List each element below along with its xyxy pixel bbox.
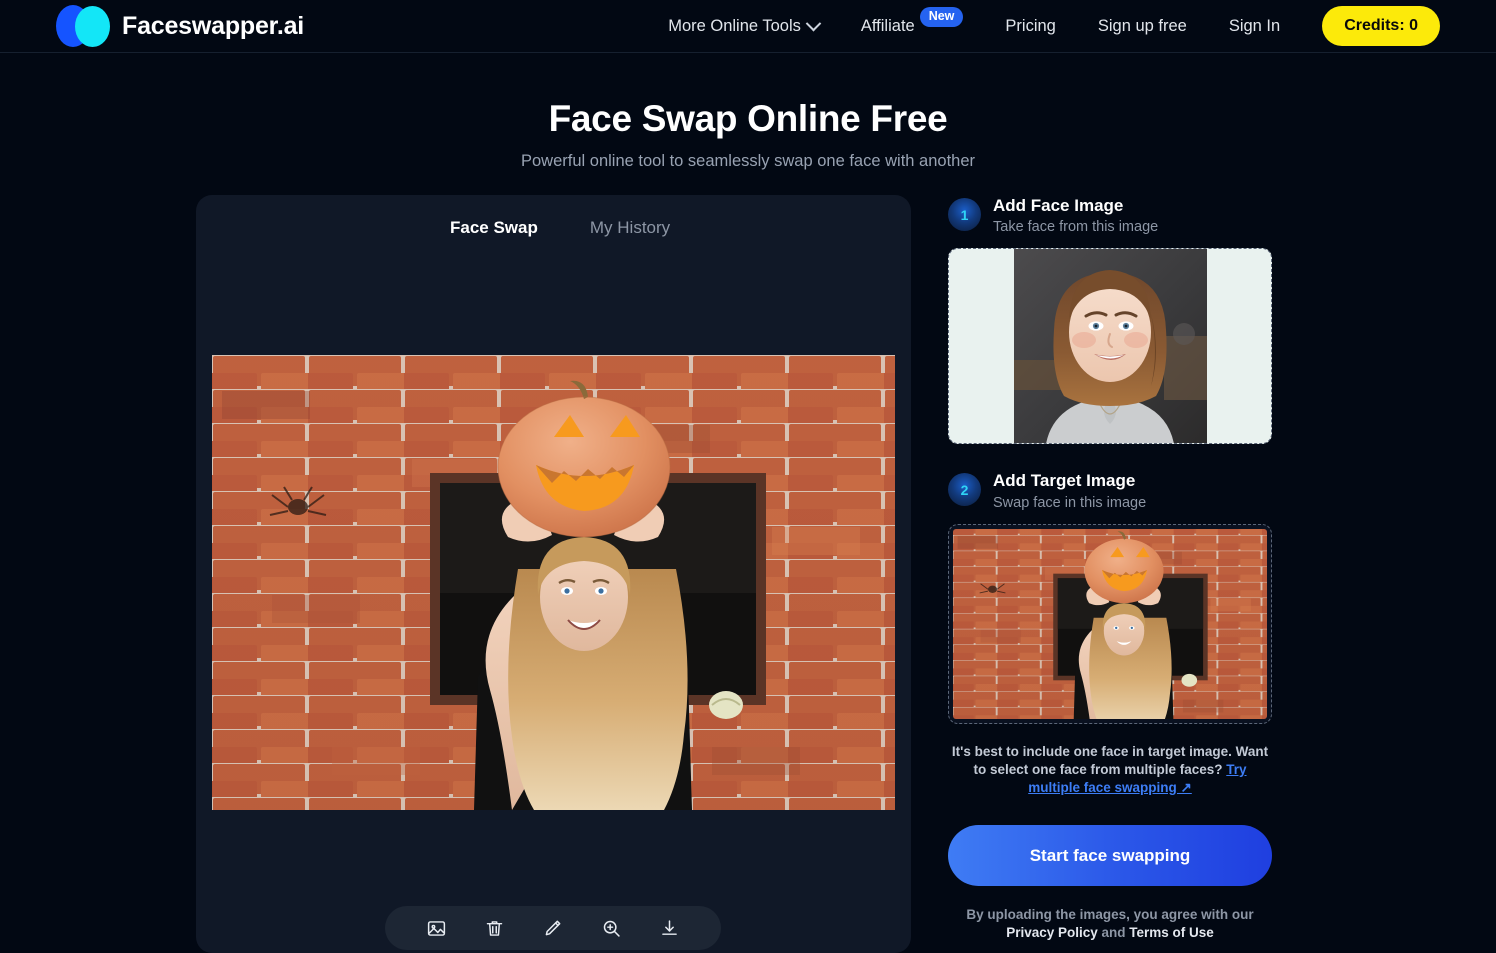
- download-icon[interactable]: [655, 913, 685, 943]
- start-face-swapping-button[interactable]: Start face swapping: [948, 825, 1272, 887]
- page-title: Face Swap Online Free: [548, 98, 948, 139]
- nav-item-pricing[interactable]: Pricing: [1005, 17, 1055, 36]
- pencil-icon[interactable]: [538, 913, 568, 943]
- step-1-subtitle: Take face from this image: [993, 219, 1159, 236]
- privacy-policy-link[interactable]: Privacy Policy: [1006, 925, 1098, 940]
- image-toolbar: [385, 906, 721, 950]
- nav-item-affiliate[interactable]: Affiliate New: [860, 7, 964, 36]
- preview-canvas[interactable]: [212, 355, 895, 810]
- nav-item-sign-up-free[interactable]: Sign up free: [1098, 17, 1187, 36]
- step-1-number: 1: [948, 198, 981, 231]
- multiple-face-hint: It's best to include one face in target …: [948, 743, 1272, 798]
- target-photo-large: [212, 355, 895, 810]
- step-1-header: 1 Add Face Image Take face from this ima…: [948, 195, 1272, 235]
- nav-label: More Online Tools: [668, 16, 801, 35]
- step-2-subtitle: Swap face in this image: [993, 494, 1147, 511]
- terms-of-use-link[interactable]: Terms of Use: [1129, 925, 1214, 940]
- hero-section: Face Swap Online Free Powerful online to…: [0, 53, 1496, 171]
- brand-logo[interactable]: Faceswapper.ai: [56, 5, 304, 47]
- brand-name: Faceswapper.ai: [122, 11, 305, 40]
- trash-icon[interactable]: [480, 913, 510, 943]
- credits-button[interactable]: Credits: 0: [1322, 6, 1440, 46]
- two-overlapping-circles-logo: [56, 5, 110, 47]
- tab-face-swap[interactable]: Face Swap: [450, 218, 538, 238]
- legal-middle: and: [1097, 925, 1130, 941]
- tab-my-history[interactable]: My History: [590, 218, 670, 238]
- step-2-title: Add Target Image: [993, 471, 1136, 491]
- face-photo-thumbnail: [1013, 249, 1207, 444]
- nav-label: Affiliate: [860, 16, 915, 35]
- site-header: Faceswapper.ai More Online Tools Affilia…: [0, 0, 1496, 53]
- target-photo-thumbnail: [953, 528, 1267, 719]
- step-2-header: 2 Add Target Image Swap face in this ima…: [948, 470, 1272, 511]
- face-image-dropzone[interactable]: [948, 248, 1272, 445]
- main-nav: More Online Tools Affiliate New Pricing …: [668, 6, 1440, 46]
- nav-item-more-online-tools[interactable]: More Online Tools: [668, 15, 822, 36]
- new-badge: New: [919, 7, 964, 27]
- page-subtitle: Powerful online tool to seamlessly swap …: [521, 152, 975, 170]
- nav-label: Sign In: [1228, 16, 1281, 35]
- legal-prefix: By uploading the images, you agree with …: [966, 907, 1254, 923]
- editor-card: Face Swap My History: [196, 195, 911, 953]
- step-1-title: Add Face Image: [993, 196, 1124, 215]
- side-panel: 1 Add Face Image Take face from this ima…: [948, 195, 1272, 943]
- step-2-number: 2: [948, 473, 981, 507]
- zoom-in-icon[interactable]: [596, 913, 626, 943]
- nav-label: Pricing: [1005, 16, 1056, 35]
- hint-text: It's best to include one face in target …: [951, 743, 1269, 777]
- editor-tabs: Face Swap My History: [196, 195, 911, 238]
- target-image-dropzone[interactable]: [948, 523, 1272, 724]
- image-icon[interactable]: [421, 913, 451, 943]
- chevron-down-icon: [805, 15, 822, 31]
- legal-notice: By uploading the images, you agree with …: [948, 906, 1272, 942]
- nav-label: Sign up free: [1097, 16, 1187, 35]
- nav-item-sign-in[interactable]: Sign In: [1229, 17, 1280, 36]
